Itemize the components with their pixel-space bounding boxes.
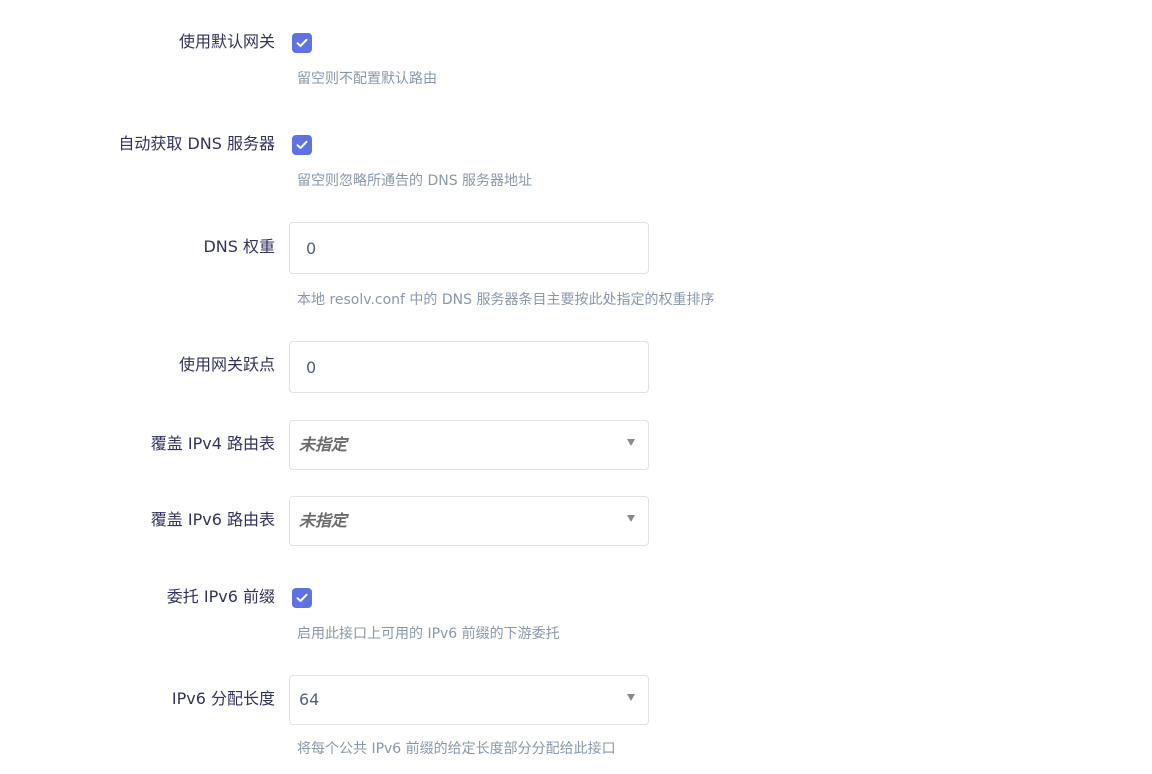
ipv6-assign-length-label: IPv6 分配长度	[171, 689, 275, 708]
delegate-prefix-label: 委托 IPv6 前缀	[166, 587, 275, 606]
check-icon	[296, 140, 308, 149]
ipv6-assign-length-hint: 将每个公共 IPv6 前缀的给定长度部分分配给此接口	[297, 741, 616, 757]
gateway-metric-input[interactable]: 0	[289, 341, 649, 393]
ipv4-table-label: 覆盖 IPv4 路由表	[150, 434, 275, 453]
ipv6-assign-length-selected: 64	[299, 690, 320, 709]
ipv4-table-selected: 未指定	[299, 435, 348, 454]
ipv4-table-select[interactable]: 未指定	[289, 420, 649, 470]
caret-down-icon	[627, 694, 635, 701]
caret-down-icon	[627, 515, 635, 522]
dns-weight-value: 0	[306, 239, 317, 258]
peer-dns-label: 自动获取 DNS 服务器	[118, 134, 275, 153]
peer-dns-checkbox[interactable]	[292, 135, 312, 155]
peer-dns-hint: 留空则忽略所通告的 DNS 服务器地址	[297, 173, 533, 189]
ipv6-table-label: 覆盖 IPv6 路由表	[150, 510, 275, 529]
ipv6-table-select[interactable]: 未指定	[289, 496, 649, 546]
default-gateway-label: 使用默认网关	[178, 32, 275, 51]
gateway-metric-label: 使用网关跃点	[178, 355, 275, 374]
delegate-prefix-hint: 启用此接口上可用的 IPv6 前缀的下游委托	[297, 626, 560, 642]
default-gateway-hint: 留空则不配置默认路由	[297, 71, 437, 87]
default-gateway-checkbox[interactable]	[292, 33, 312, 53]
dns-weight-input[interactable]: 0	[289, 222, 649, 274]
gateway-metric-value: 0	[306, 358, 317, 377]
caret-down-icon	[627, 439, 635, 446]
delegate-prefix-checkbox[interactable]	[292, 588, 312, 608]
ipv6-table-selected: 未指定	[299, 511, 348, 530]
check-icon	[296, 593, 308, 602]
ipv6-assign-length-select[interactable]: 64	[289, 675, 649, 725]
dns-weight-hint: 本地 resolv.conf 中的 DNS 服务器条目主要按此处指定的权重排序	[297, 292, 715, 308]
check-icon	[296, 38, 308, 47]
dns-weight-label: DNS 权重	[203, 237, 275, 256]
